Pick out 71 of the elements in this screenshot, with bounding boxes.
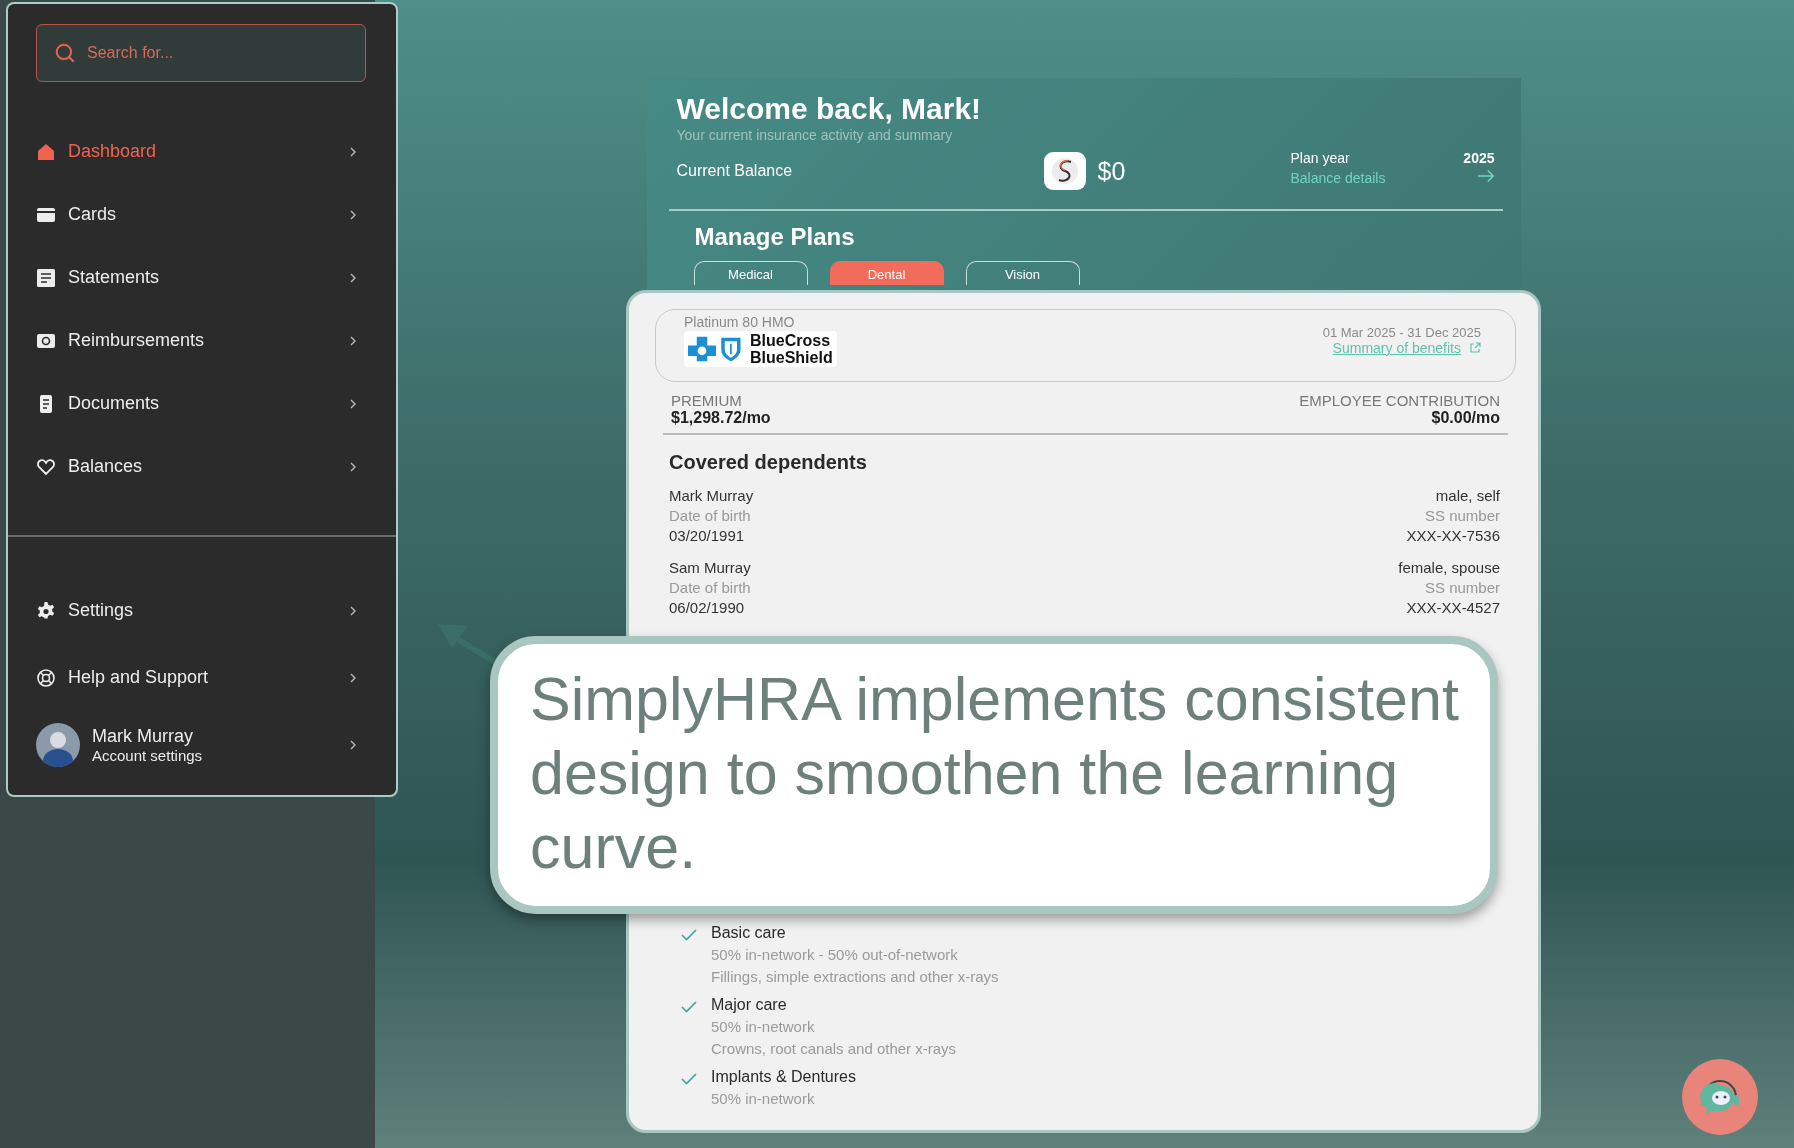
contribution-value: $0.00/mo <box>1431 409 1500 427</box>
birth-date: 06/02/1990 <box>669 597 746 618</box>
dependent-name: Mark Murray <box>669 485 754 506</box>
coverage-title: Implants & Dentures <box>711 1066 856 1087</box>
balance-label: Current Balance <box>676 162 794 180</box>
chevron-icon <box>348 209 358 220</box>
coverage-detail: Crowns, root canals and other x-rays <box>711 1038 957 1059</box>
app-logo-icon <box>1043 152 1086 190</box>
field-label: Date of birth <box>669 577 751 598</box>
user-name: Mark Murray <box>92 725 194 747</box>
search-field[interactable]: Search for... <box>36 24 366 82</box>
callout-text: SimplyHRA implements consistent design to smoothen the learning curve. <box>530 664 1460 883</box>
dependent-relation: female, spouse <box>1398 557 1500 578</box>
premium-label: PREMIUM <box>671 392 743 409</box>
gear-icon <box>36 600 56 621</box>
premium-value: $1,298.72/mo <box>671 409 771 427</box>
account-item[interactable]: Mark Murray Account settings <box>8 711 396 778</box>
coverage-title: Major care <box>711 994 788 1015</box>
sidebar-item[interactable]: Documents <box>8 372 396 435</box>
sidebar-item[interactable]: Balances <box>8 435 396 498</box>
chevron-icon <box>348 739 358 750</box>
coverage-detail: 50% in-network <box>711 1088 816 1109</box>
field-label: Date of birth <box>669 505 752 526</box>
dependents-title: Covered dependents <box>669 450 868 474</box>
chevron-icon <box>348 605 358 616</box>
statement-icon <box>36 267 56 288</box>
insurer-name: BlueCross <box>750 332 832 349</box>
search-icon <box>54 42 76 64</box>
plan-year-select[interactable]: 2025 <box>1463 150 1495 166</box>
sidebar-item[interactable]: Dashboard <box>8 120 396 183</box>
external-link-icon <box>1469 342 1481 354</box>
chevron-icon <box>348 335 358 346</box>
chevron-icon <box>348 398 358 409</box>
plan-tab[interactable]: Vision <box>965 260 1080 285</box>
chevron-icon <box>348 461 358 472</box>
ss-number: XXX-XX-7536 <box>1406 525 1500 546</box>
field-label: SS number <box>1424 505 1500 526</box>
plan-name: Platinum 80 HMO <box>684 314 796 330</box>
avatar <box>36 722 80 767</box>
contribution-label: EMPLOYEE CONTRIBUTION <box>1299 392 1500 409</box>
arrow-right-icon <box>1476 169 1495 183</box>
dependent-relation: male, self <box>1435 485 1500 506</box>
cross-shield-icon <box>688 335 744 363</box>
plan-tab[interactable]: Medical <box>693 260 808 285</box>
heart-icon <box>36 456 56 477</box>
chevron-icon <box>348 146 358 157</box>
field-label: SS number <box>1424 577 1500 598</box>
home-icon <box>36 141 56 162</box>
chevron-icon <box>348 672 358 683</box>
sidebar-item[interactable]: Settings <box>8 577 396 644</box>
chevron-icon <box>348 272 358 283</box>
sidebar-item[interactable]: Help and Support <box>8 644 396 711</box>
dependent-name: Sam Murray <box>669 557 751 578</box>
sidebar-item[interactable]: Statements <box>8 246 396 309</box>
birth-date: 03/20/1991 <box>669 525 746 546</box>
account-subtitle: Account settings <box>92 746 204 764</box>
sidebar-item[interactable]: Cards <box>8 183 396 246</box>
welcome-title: Welcome back, Mark! <box>676 92 983 126</box>
plan-dates: 01 Mar 2025 - 31 Dec 2025 <box>1322 325 1481 340</box>
sidebar-item[interactable]: Reimbursements <box>8 309 396 372</box>
plan-year-label: Plan year <box>1290 150 1350 166</box>
coverage-title: Basic care <box>711 922 787 943</box>
coverage-detail: Fillings, simple extractions and other x-rays <box>711 966 999 987</box>
welcome-subtitle: Your current insurance activity and summary <box>676 127 954 143</box>
lifebuoy-icon <box>36 667 56 688</box>
insurer-name: BlueShield <box>750 349 833 366</box>
ss-number: XXX-XX-4527 <box>1406 597 1500 618</box>
section-title: Manage Plans <box>694 222 856 251</box>
coverage-detail: 50% in-network <box>711 1016 816 1037</box>
coverage-detail: 50% in-network - 50% out-of-network <box>711 944 959 965</box>
balance-amount: $0 <box>1097 156 1126 186</box>
